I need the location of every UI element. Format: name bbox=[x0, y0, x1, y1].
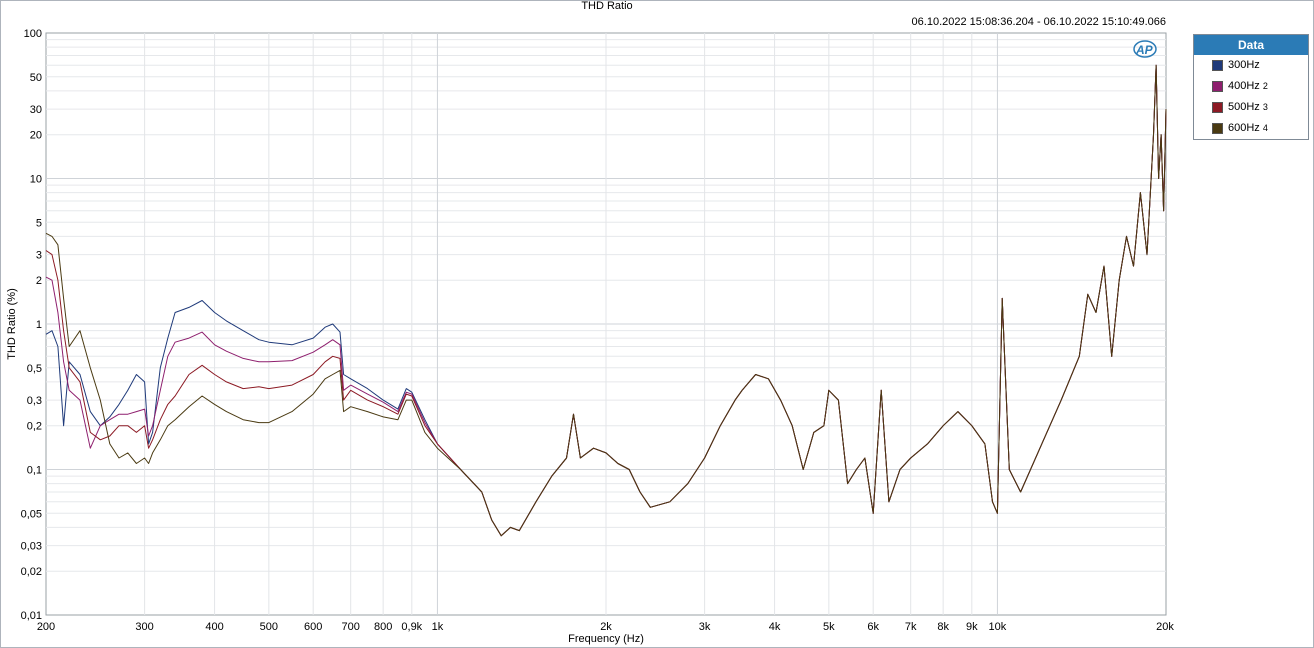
y-tick-label: 50 bbox=[30, 72, 42, 84]
y-tick-label: 0,5 bbox=[27, 363, 42, 375]
x-tick-label: 800 bbox=[374, 621, 392, 633]
legend-swatch bbox=[1212, 102, 1223, 113]
x-tick-label: 1k bbox=[432, 621, 444, 633]
ap-logo-text: AP bbox=[1135, 43, 1154, 57]
x-tick-label: 700 bbox=[341, 621, 359, 633]
x-tick-label: 600 bbox=[304, 621, 322, 633]
x-tick-label: 400 bbox=[205, 621, 223, 633]
legend-label: 300Hz bbox=[1228, 59, 1260, 71]
y-tick-label: 0,2 bbox=[27, 421, 42, 433]
y-tick-label: 0,1 bbox=[27, 465, 42, 477]
legend-item-400hz[interactable]: 400Hz 2 bbox=[1194, 76, 1308, 97]
legend-swatch bbox=[1212, 81, 1223, 92]
x-axis-ticks: 200 300 400 500 600 700 800 0,9k 1k 2k 3k 4k 5k 6k 7k 8… bbox=[37, 621, 1175, 633]
y-tick-label: 2 bbox=[36, 275, 42, 287]
legend-label: 500Hz bbox=[1228, 101, 1260, 113]
y-tick-label: 10 bbox=[30, 174, 42, 186]
x-tick-label: 9k bbox=[966, 621, 978, 633]
x-tick-label: 5k bbox=[823, 621, 835, 633]
x-tick-label: 7k bbox=[905, 621, 917, 633]
x-tick-label: 0,9k bbox=[401, 621, 422, 633]
y-tick-label: 0,02 bbox=[21, 566, 42, 578]
x-tick-label: 200 bbox=[37, 621, 55, 633]
y-axis-label: THD Ratio (%) bbox=[6, 288, 18, 360]
x-axis-label: Frequency (Hz) bbox=[568, 633, 644, 645]
legend-item-500hz[interactable]: 500Hz 3 bbox=[1194, 97, 1308, 118]
x-tick-label: 6k bbox=[867, 621, 879, 633]
legend-subscript: 3 bbox=[1262, 102, 1268, 112]
legend-swatch bbox=[1212, 123, 1223, 134]
legend-item-600hz[interactable]: 600Hz 4 bbox=[1194, 118, 1308, 139]
legend-item-300hz[interactable]: 300Hz bbox=[1194, 55, 1308, 76]
x-tick-label: 300 bbox=[135, 621, 153, 633]
x-tick-label: 10k bbox=[989, 621, 1007, 633]
x-tick-label: 20k bbox=[1156, 621, 1174, 633]
x-tick-label: 500 bbox=[260, 621, 278, 633]
legend-title: Data bbox=[1194, 35, 1308, 55]
x-tick-label: 2k bbox=[600, 621, 612, 633]
y-tick-label: 0,03 bbox=[21, 541, 42, 553]
y-tick-label: 0,01 bbox=[21, 610, 42, 622]
legend-panel[interactable]: Data 300Hz 400Hz 2 500Hz 3 600Hz 4 bbox=[1193, 34, 1309, 140]
y-tick-label: 100 bbox=[24, 28, 42, 40]
legend-swatch bbox=[1212, 60, 1223, 71]
y-axis-ticks: 100 50 30 20 10 5 3 2 1 0,5 0,3 0,2 0,1 0,05 0,03 0,02 0… bbox=[21, 28, 42, 622]
y-tick-label: 0,05 bbox=[21, 508, 42, 520]
x-tick-label: 8k bbox=[937, 621, 949, 633]
legend-subscript: 4 bbox=[1262, 123, 1268, 133]
legend-label: 600Hz bbox=[1228, 122, 1260, 134]
y-tick-label: 5 bbox=[36, 217, 42, 229]
x-tick-label: 4k bbox=[769, 621, 781, 633]
y-tick-label: 3 bbox=[36, 250, 42, 262]
legend-label: 400Hz bbox=[1228, 80, 1260, 92]
x-tick-label: 3k bbox=[699, 621, 711, 633]
thd-ratio-chart[interactable]: 200 300 400 500 600 700 800 0,9k 1k 2k 3k 4k 5k 6k 7k 8… bbox=[0, 0, 1314, 648]
y-tick-label: 0,3 bbox=[27, 395, 42, 407]
y-tick-label: 30 bbox=[30, 104, 42, 116]
y-tick-label: 1 bbox=[36, 319, 42, 331]
legend-subscript: 2 bbox=[1262, 81, 1268, 91]
y-tick-label: 20 bbox=[30, 130, 42, 142]
